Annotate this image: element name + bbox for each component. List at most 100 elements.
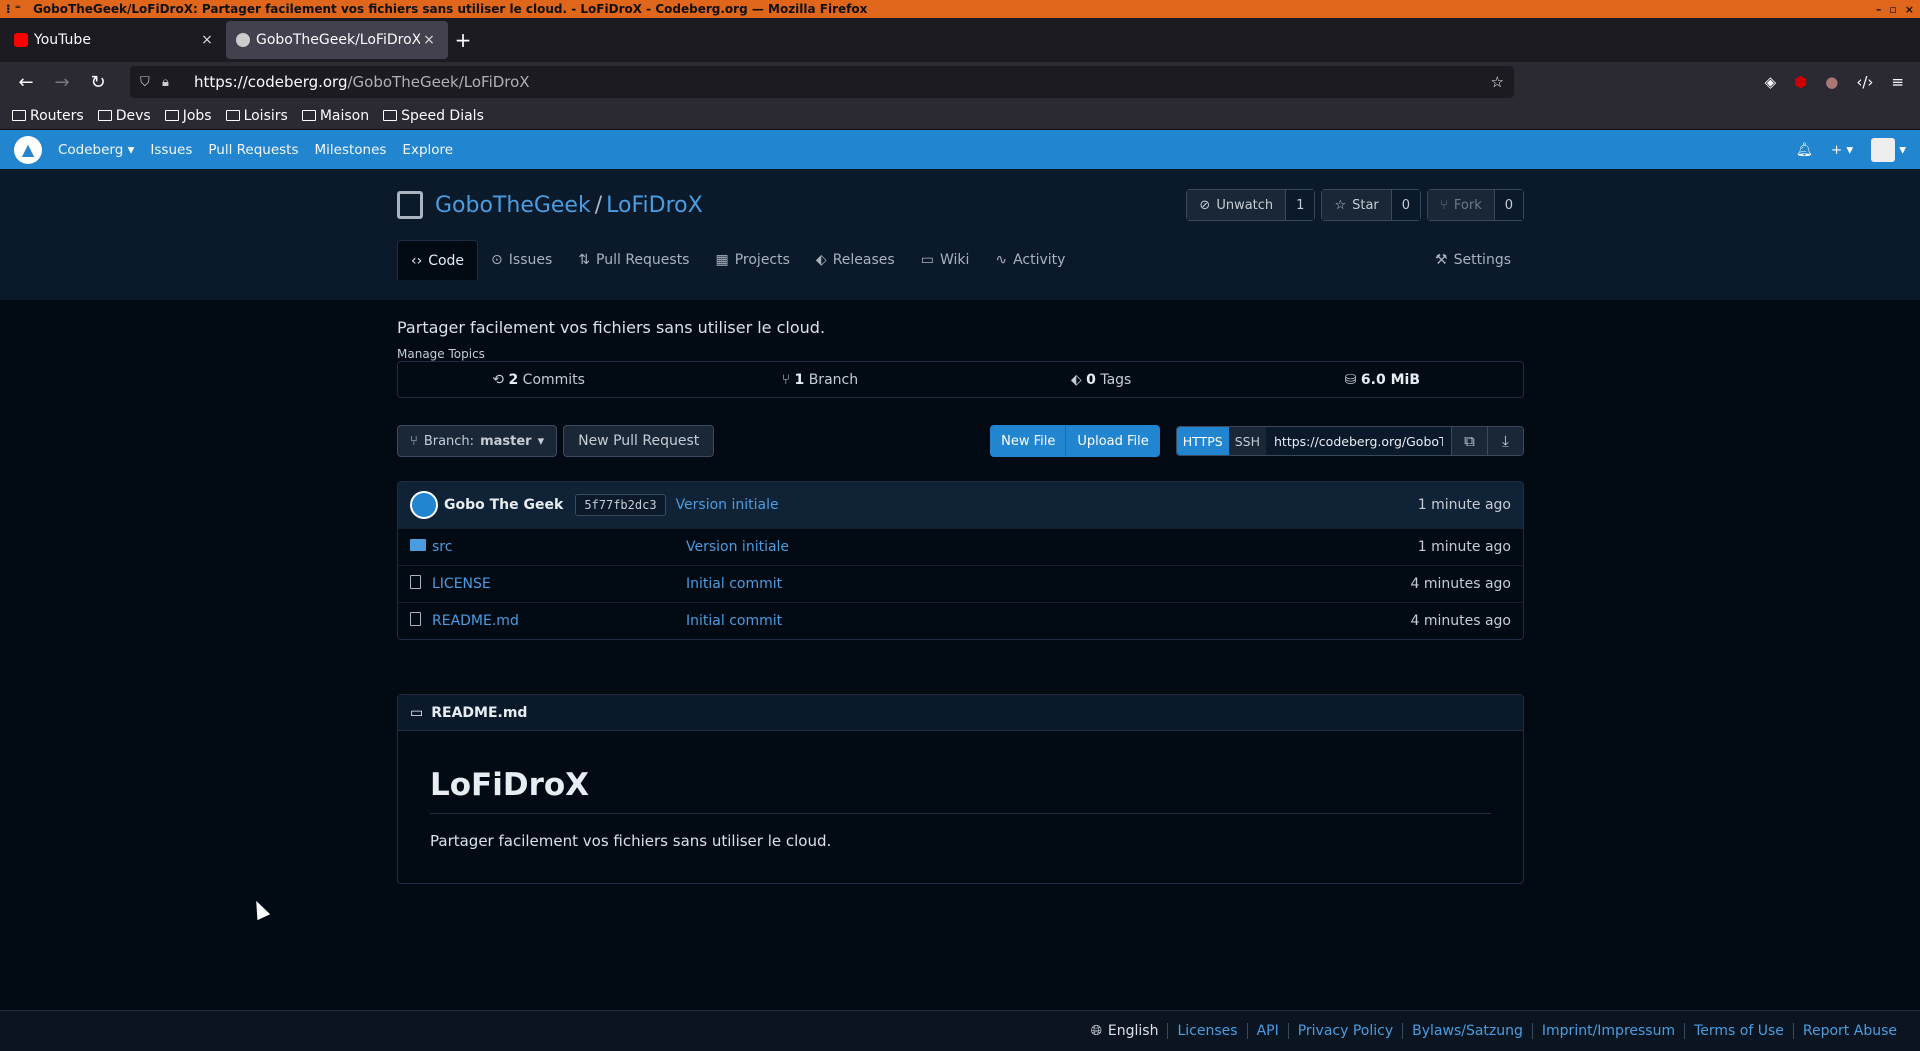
tab-code[interactable]: ‹› Code <box>397 240 479 280</box>
tab-activity[interactable]: ∿ Activity <box>982 240 1078 280</box>
bookmark-folder-routers[interactable]: Routers <box>12 108 84 124</box>
author-avatar[interactable] <box>410 491 438 519</box>
close-window-icon[interactable]: × <box>1905 3 1914 16</box>
clone-url-input[interactable] <box>1266 427 1451 455</box>
browser-tab-bar: YouTube × GoboTheGeek/LoFiDroX: × + <box>0 18 1920 62</box>
fork-icon: ⑂ <box>1440 197 1448 213</box>
upload-file-button[interactable]: Upload File <box>1066 425 1160 457</box>
tab-close-icon[interactable]: × <box>198 32 216 48</box>
nav-pull-requests[interactable]: Pull Requests <box>208 142 298 158</box>
shield-icon[interactable]: ⛉ <box>140 75 162 90</box>
stat-branches[interactable]: ⑂ 1 Branch <box>679 372 960 388</box>
branch-selector[interactable]: ⑂ Branch: master ▾ <box>397 425 558 457</box>
nav-milestones[interactable]: Milestones <box>314 142 386 158</box>
bookmark-star-icon[interactable]: ☆ <box>1491 73 1504 91</box>
tab-settings[interactable]: ⚒ Settings <box>1422 240 1524 280</box>
file-commit-link[interactable]: Version initiale <box>686 539 1418 555</box>
bookmark-folder-jobs[interactable]: Jobs <box>164 108 212 124</box>
bookmark-folder-speed-dials[interactable]: Speed Dials <box>383 108 484 124</box>
url-bar[interactable]: ⛉ 🔒︎ https://codeberg.org/GoboTheGeek/Lo… <box>130 66 1514 98</box>
tab-pull-requests[interactable]: ⇅ Pull Requests <box>565 240 702 280</box>
table-row: src Version initiale 1 minute ago <box>398 528 1523 565</box>
footer-link-report-abuse[interactable]: Report Abuse <box>1792 1023 1906 1039</box>
readme-header: ▭ README.md <box>398 695 1523 731</box>
https-toggle[interactable]: HTTPS <box>1176 427 1229 455</box>
window-menu-icon[interactable]: ⁝ ⁼ <box>6 2 21 16</box>
commit-sha[interactable]: 5f77fb2dc3 <box>575 494 666 516</box>
copy-clipboard-icon[interactable]: ⧉ <box>1451 427 1487 455</box>
tab-projects[interactable]: ▦ Projects <box>702 240 802 280</box>
repo-name-link[interactable]: LoFiDroX <box>606 193 703 218</box>
bookmark-folder-maison[interactable]: Maison <box>301 108 369 124</box>
file-commit-link[interactable]: Initial commit <box>686 576 1410 592</box>
tab-wiki[interactable]: ▭ Wiki <box>908 240 983 280</box>
folder-icon <box>301 110 316 121</box>
footer-link-terms[interactable]: Terms of Use <box>1684 1023 1793 1039</box>
star-button[interactable]: ☆ Star 0 <box>1321 189 1422 221</box>
new-pull-request-button[interactable]: New Pull Request <box>563 425 715 457</box>
file-name-link[interactable]: LICENSE <box>432 576 686 592</box>
stat-size[interactable]: ⛁ 6.0 MiB <box>1242 372 1523 388</box>
file-name-link[interactable]: README.md <box>432 613 686 629</box>
download-icon[interactable]: ⤓ <box>1487 427 1523 455</box>
minimize-icon[interactable]: – <box>1876 3 1882 16</box>
pocket-icon[interactable]: ◈ <box>1765 73 1777 91</box>
commit-author[interactable]: Gobo The Geek <box>444 497 563 513</box>
extension-icon[interactable]: ● <box>1825 73 1838 91</box>
ublock-icon[interactable]: ⬢ <box>1794 73 1807 91</box>
browser-tab-youtube[interactable]: YouTube × <box>4 21 226 59</box>
new-tab-button[interactable]: + <box>448 21 478 59</box>
bookmarks-toolbar: Routers Devs Jobs Loisirs Maison Speed D… <box>0 102 1920 130</box>
fork-button[interactable]: ⑂ Fork 0 <box>1427 189 1524 221</box>
hamburger-menu-icon[interactable]: ≡ <box>1891 73 1904 91</box>
bookmark-folder-loisirs[interactable]: Loisirs <box>225 108 288 124</box>
nav-explore[interactable]: Explore <box>402 142 453 158</box>
file-name-link[interactable]: src <box>432 539 686 555</box>
folder-icon <box>383 110 398 121</box>
tab-close-icon[interactable]: × <box>420 32 438 48</box>
create-plus-icon[interactable]: + ▾ <box>1831 142 1853 158</box>
nav-issues[interactable]: Issues <box>150 142 192 158</box>
url-text[interactable]: https://codeberg.org/GoboTheGeek/LoFiDro… <box>194 73 1491 91</box>
footer-link-imprint[interactable]: Imprint/Impressum <box>1531 1023 1684 1039</box>
stat-commits[interactable]: ⟲ 2 Commits <box>398 372 679 388</box>
footer-link-api[interactable]: API <box>1246 1023 1288 1039</box>
tab-label: GoboTheGeek/LoFiDroX: <box>256 32 420 48</box>
reload-icon[interactable]: ↻ <box>80 66 116 98</box>
new-file-button[interactable]: New File <box>990 425 1067 457</box>
language-selector[interactable]: 🌐︎ English <box>1082 1023 1168 1039</box>
unwatch-button[interactable]: ⊘ Unwatch 1 <box>1186 189 1316 221</box>
maximize-icon[interactable]: ▫ <box>1889 3 1896 16</box>
lock-icon[interactable]: 🔒︎ <box>162 75 184 90</box>
site-nav: ▲ Codeberg ▾ Issues Pull Requests Milest… <box>0 130 1920 169</box>
tab-releases[interactable]: ⬖ Releases <box>803 240 908 280</box>
tab-issues[interactable]: ⊙ Issues <box>478 240 565 280</box>
globe-icon: 🌐︎ <box>1090 1023 1102 1039</box>
commit-message-link[interactable]: Version initiale <box>676 497 779 513</box>
repo-icon <box>397 191 423 219</box>
file-time: 1 minute ago <box>1417 539 1511 555</box>
file-commit-link[interactable]: Initial commit <box>686 613 1410 629</box>
nav-codeberg-menu[interactable]: Codeberg ▾ <box>58 142 134 158</box>
file-action-group: New File Upload File <box>990 425 1160 457</box>
repo-owner-link[interactable]: GoboTheGeek <box>435 193 591 218</box>
back-icon[interactable]: ← <box>8 66 44 98</box>
stat-tags[interactable]: ⬖ 0 Tags <box>961 372 1242 388</box>
footer-link-bylaws[interactable]: Bylaws/Satzung <box>1402 1023 1532 1039</box>
forward-icon[interactable]: → <box>44 66 80 98</box>
bookmark-folder-devs[interactable]: Devs <box>97 108 151 124</box>
star-count[interactable]: 0 <box>1390 190 1421 220</box>
repo-description: Partager facilement vos fichiers sans ut… <box>397 318 826 337</box>
readme-filename: README.md <box>431 704 528 721</box>
fork-count[interactable]: 0 <box>1493 190 1523 220</box>
footer-link-privacy[interactable]: Privacy Policy <box>1287 1023 1402 1039</box>
codeberg-logo-icon[interactable]: ▲ <box>14 135 42 164</box>
devtools-icon[interactable]: ‹/› <box>1856 73 1873 91</box>
notification-bell-icon[interactable]: 🔔︎ <box>1796 142 1813 158</box>
footer-link-licenses[interactable]: Licenses <box>1167 1023 1246 1039</box>
manage-topics-link[interactable]: Manage Topics <box>397 347 485 361</box>
watch-count[interactable]: 1 <box>1285 190 1315 220</box>
user-avatar[interactable]: ▾ <box>1871 137 1906 162</box>
browser-tab-codeberg[interactable]: GoboTheGeek/LoFiDroX: × <box>226 21 448 59</box>
ssh-toggle[interactable]: SSH <box>1228 427 1266 455</box>
